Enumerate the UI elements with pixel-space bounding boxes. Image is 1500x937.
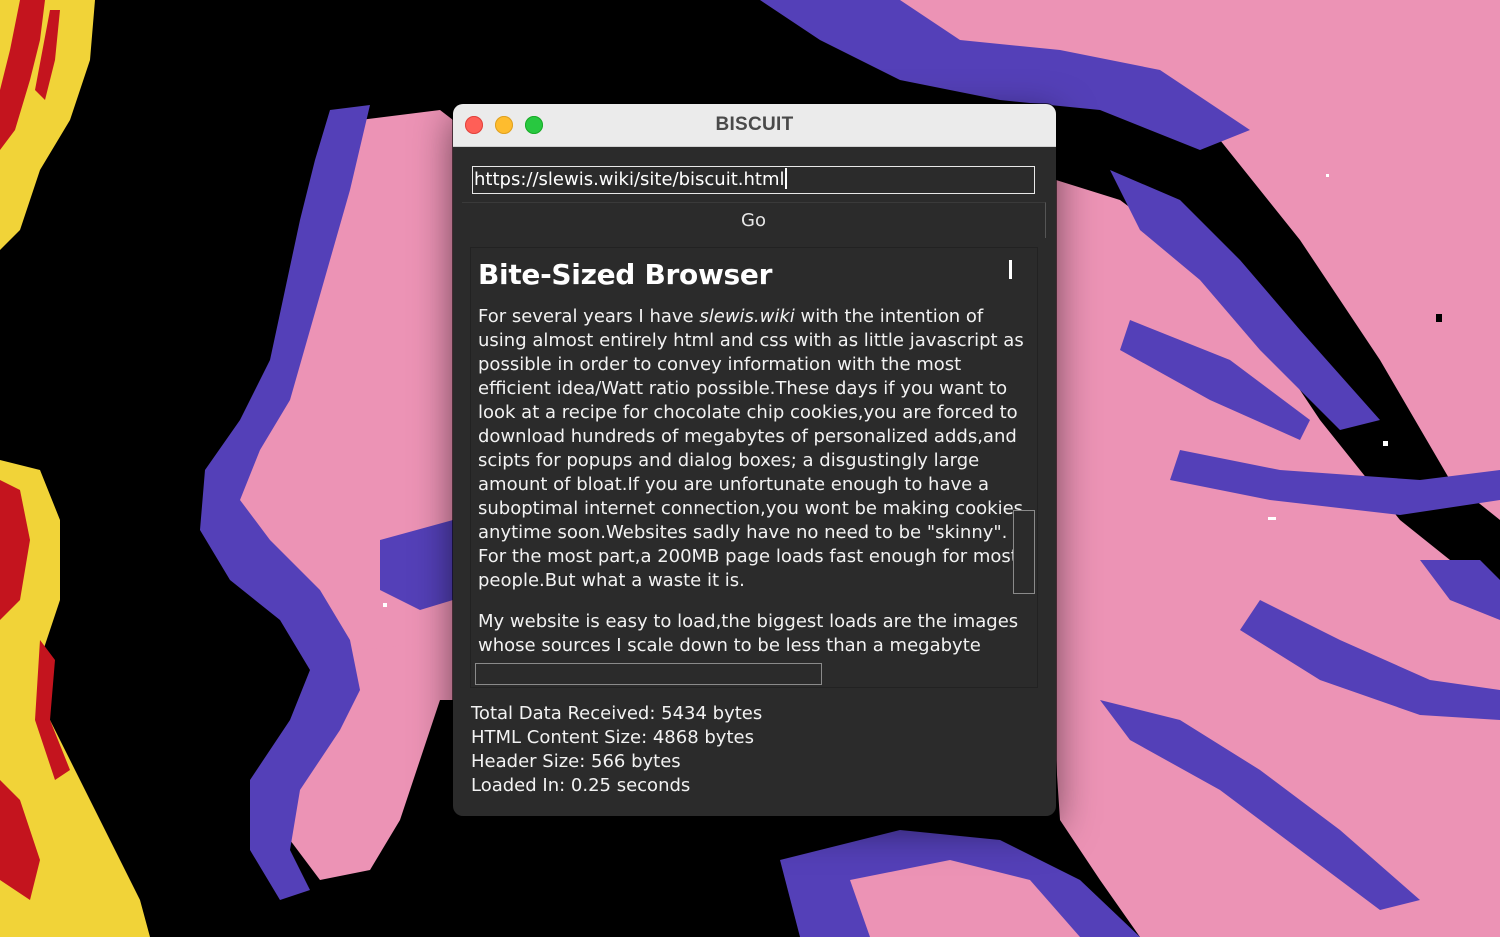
stat-total-data: Total Data Received: 5434 bytes xyxy=(471,703,763,724)
vertical-scrollbar-thumb[interactable] xyxy=(1013,510,1035,594)
text-cursor-marker xyxy=(1009,260,1012,279)
page-viewport[interactable]: Bite-Sized Browser For several years I h… xyxy=(470,247,1038,688)
site-name-emphasis: slewis.wiki xyxy=(699,306,795,327)
page-heading: Bite-Sized Browser xyxy=(478,258,773,291)
paragraph-2: My website is easy to load,the biggest l… xyxy=(478,611,1019,656)
address-bar-input[interactable]: https://slewis.wiki/site/biscuit.html xyxy=(472,166,1035,194)
browser-window: BISCUIT https://slewis.wiki/site/biscuit… xyxy=(453,104,1056,816)
paragraph-1: For several years I have slewis.wiki wit… xyxy=(478,306,1024,591)
window-title: BISCUIT xyxy=(715,114,794,135)
page-content: Bite-Sized Browser For several years I h… xyxy=(478,248,1024,658)
stat-loaded-in: Loaded In: 0.25 seconds xyxy=(471,775,691,796)
horizontal-scrollbar-thumb[interactable] xyxy=(475,663,822,685)
title-bar[interactable]: BISCUIT xyxy=(453,104,1056,147)
go-button[interactable]: Go xyxy=(462,202,1046,238)
text-caret xyxy=(785,168,787,189)
load-stats: Total Data Received: 5434 bytes HTML Con… xyxy=(471,702,762,798)
stat-html-size: HTML Content Size: 4868 bytes xyxy=(471,727,754,748)
address-bar-value: https://slewis.wiki/site/biscuit.html xyxy=(474,169,785,190)
stat-header-size: Header Size: 566 bytes xyxy=(471,751,681,772)
